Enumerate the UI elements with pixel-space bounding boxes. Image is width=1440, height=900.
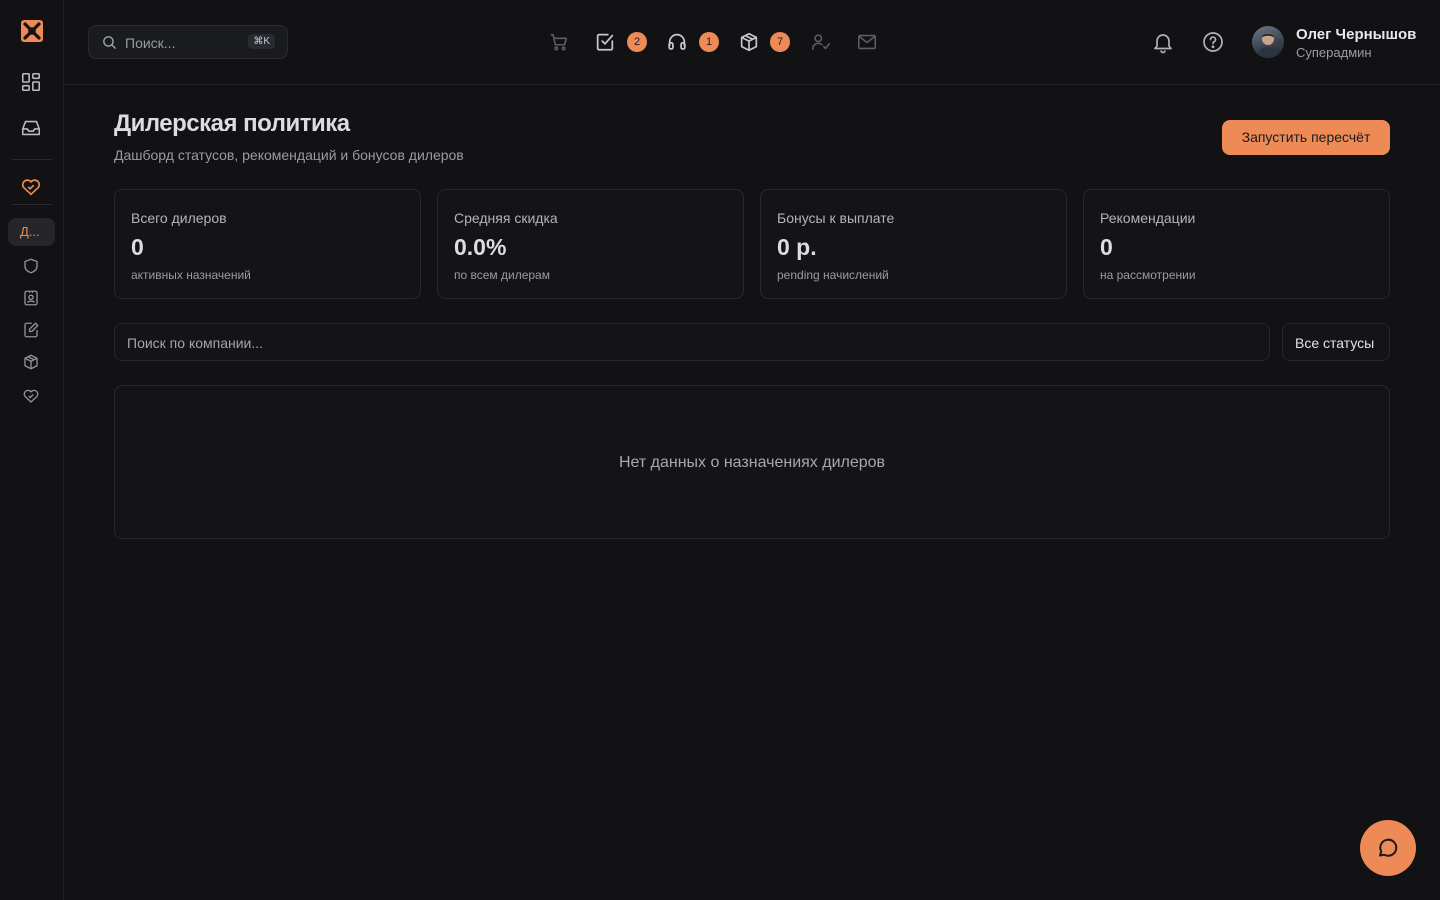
- stat-card-recommendations: Рекомендации 0 на рассмотрении: [1083, 189, 1390, 299]
- stat-card-total-dealers: Всего дилеров 0 активных назначений: [114, 189, 421, 299]
- avatar[interactable]: [1252, 26, 1284, 58]
- search-icon: [101, 34, 118, 51]
- dealer-assignments-panel: Нет данных о назначениях дилеров: [114, 385, 1390, 539]
- top-bar: Поиск... ⌘K 2 1 7: [64, 0, 1440, 85]
- search-shortcut-hint: ⌘K: [248, 34, 275, 49]
- stat-title: Бонусы к выплате: [777, 210, 895, 226]
- edit-document-icon[interactable]: [22, 321, 40, 339]
- user-name[interactable]: Олег Чернышов: [1296, 26, 1416, 43]
- contact-badge-icon[interactable]: [22, 289, 40, 307]
- cart-icon[interactable]: [548, 31, 570, 53]
- stat-value: 0 р.: [777, 234, 817, 260]
- checkbox-icon[interactable]: [594, 31, 616, 53]
- stat-title: Всего дилеров: [131, 210, 227, 226]
- packages-count-badge: 7: [770, 32, 790, 52]
- stat-value: 0.0%: [454, 234, 507, 260]
- user-check-icon[interactable]: [810, 31, 832, 53]
- inbox-icon[interactable]: [20, 117, 42, 139]
- user-role: Суперадмин: [1296, 45, 1372, 60]
- help-circle-icon[interactable]: [1201, 30, 1225, 54]
- boxes-icon[interactable]: [22, 353, 40, 371]
- stat-value: 0: [1100, 234, 1113, 260]
- x-logo-icon[interactable]: [20, 19, 44, 43]
- sidebar-divider: [12, 159, 52, 160]
- status-filter-select[interactable]: Все статусы: [1282, 323, 1390, 361]
- page-subtitle: Дашборд статусов, рекомендаций и бонусов…: [114, 147, 464, 163]
- stat-note: pending начислений: [777, 268, 889, 282]
- stat-title: Средняя скидка: [454, 210, 558, 226]
- mail-icon[interactable]: [856, 31, 878, 53]
- bell-icon[interactable]: [1151, 30, 1175, 54]
- stat-card-bonuses-payable: Бонусы к выплате 0 р. pending начислений: [760, 189, 1067, 299]
- company-search-placeholder: Поиск по компании...: [127, 335, 264, 351]
- status-filter-value: Все статусы: [1295, 335, 1375, 351]
- package-icon[interactable]: [738, 31, 760, 53]
- dashboard-grid-icon[interactable]: [20, 71, 42, 93]
- handshake-heart-icon[interactable]: [20, 176, 42, 198]
- search-placeholder: Поиск...: [125, 35, 176, 51]
- headset-icon[interactable]: [666, 31, 688, 53]
- sidebar-subitem-label: Д...: [20, 224, 40, 239]
- stat-card-average-discount: Средняя скидка 0.0% по всем дилерам: [437, 189, 744, 299]
- sidebar-divider: [12, 204, 52, 205]
- sidebar: Д...: [0, 0, 64, 900]
- support-count-badge: 1: [699, 32, 719, 52]
- stat-note: активных назначений: [131, 268, 251, 282]
- search-input[interactable]: Поиск... ⌘K: [88, 25, 288, 59]
- tasks-count-badge: 2: [627, 32, 647, 52]
- chat-bubble-icon: [1379, 838, 1398, 857]
- handshake-heart-icon[interactable]: [22, 387, 40, 405]
- stat-note: на рассмотрении: [1100, 268, 1196, 282]
- stat-note: по всем дилерам: [454, 268, 550, 282]
- sidebar-subitem-dealer-policy[interactable]: Д...: [8, 218, 55, 246]
- chat-button[interactable]: [1360, 820, 1416, 876]
- stat-value: 0: [131, 234, 144, 260]
- stat-title: Рекомендации: [1100, 210, 1196, 226]
- company-search-input[interactable]: Поиск по компании...: [114, 323, 1270, 361]
- shield-icon[interactable]: [22, 257, 40, 275]
- page-title: Дилерская политика: [114, 110, 350, 137]
- run-recalculation-button[interactable]: Запустить пересчёт: [1222, 120, 1390, 155]
- empty-state-message: Нет данных о назначениях дилеров: [618, 454, 886, 471]
